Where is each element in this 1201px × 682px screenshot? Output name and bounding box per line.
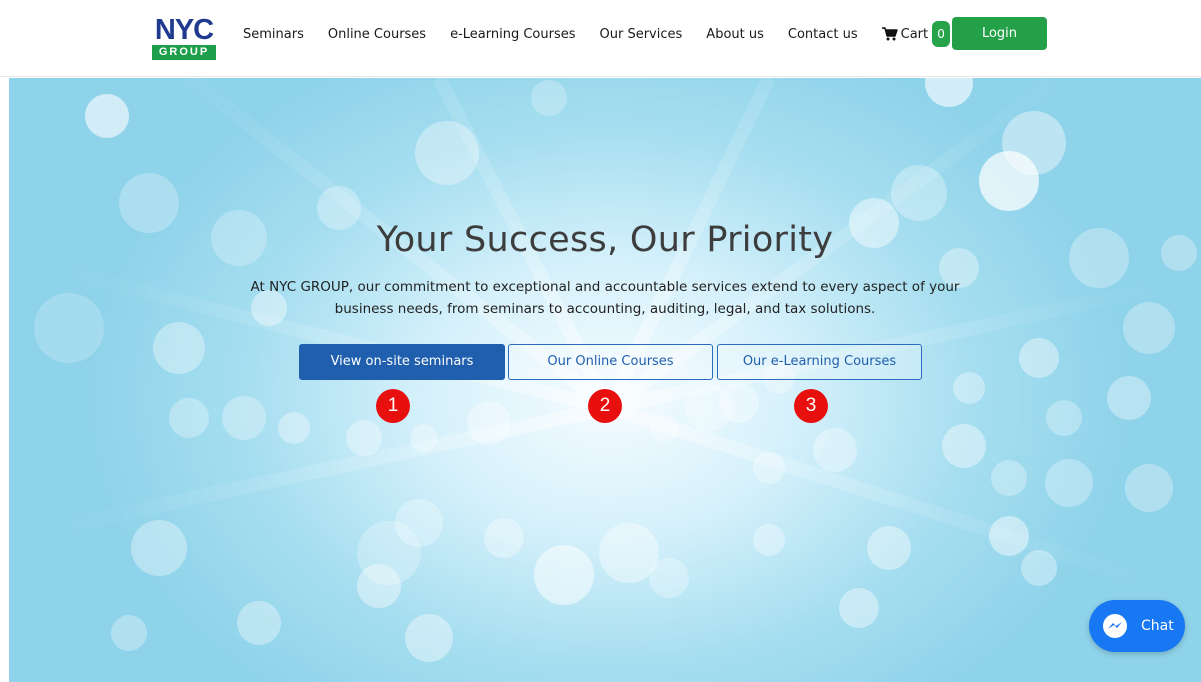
elearning-courses-button[interactable]: Our e-Learning Courses — [717, 344, 922, 380]
step-marker-2: 2 — [588, 389, 622, 423]
online-courses-button[interactable]: Our Online Courses — [508, 344, 713, 380]
nav-contact-us[interactable]: Contact us — [788, 27, 858, 42]
nav-elearning-courses[interactable]: e-Learning Courses — [450, 27, 575, 42]
login-button[interactable]: Login — [952, 17, 1047, 50]
logo-wordmark: NYC — [154, 14, 214, 46]
nav-about-us[interactable]: About us — [706, 27, 764, 42]
chat-label: Chat — [1141, 618, 1174, 634]
cart-label: Cart — [900, 26, 929, 42]
hero-description: At NYC GROUP, our commitment to exceptio… — [250, 279, 960, 317]
site-header: NYC GROUP Seminars Online Courses e-Lear… — [0, 0, 1201, 77]
messenger-icon — [1103, 614, 1127, 638]
cart-link[interactable]: Cart 0 — [881, 21, 951, 47]
cart-icon — [881, 27, 898, 41]
chat-button[interactable]: Chat — [1089, 600, 1185, 652]
hero-title: Your Success, Our Priority — [376, 220, 834, 260]
hero-background-bokeh — [9, 78, 1201, 662]
main-nav: Seminars Online Courses e-Learning Cours… — [243, 21, 951, 47]
nav-seminars[interactable]: Seminars — [243, 27, 304, 42]
logo-subtitle: GROUP — [152, 45, 216, 60]
view-onsite-seminars-button[interactable]: View on-site seminars — [299, 344, 505, 380]
nav-online-courses[interactable]: Online Courses — [328, 27, 426, 42]
nav-our-services[interactable]: Our Services — [600, 27, 683, 42]
nyc-group-logo[interactable]: NYC GROUP — [152, 14, 216, 60]
hero-section: Your Success, Our Priority At NYC GROUP,… — [9, 78, 1201, 682]
cart-count-badge: 0 — [932, 21, 951, 47]
step-marker-3: 3 — [794, 389, 828, 423]
step-marker-1: 1 — [376, 389, 410, 423]
